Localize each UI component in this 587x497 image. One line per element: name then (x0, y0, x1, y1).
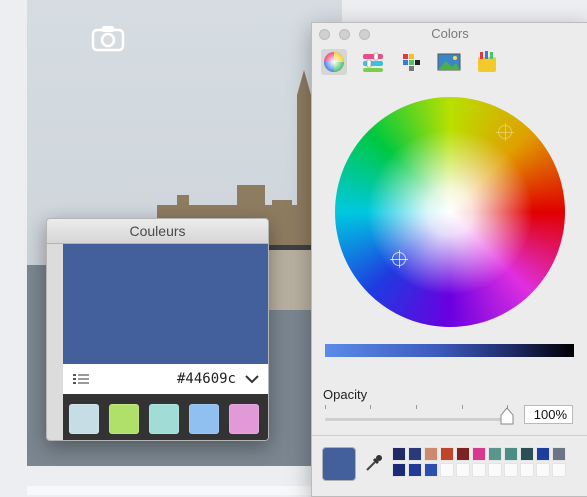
color-palettes-icon (403, 54, 420, 71)
empty-swatch[interactable] (488, 463, 502, 477)
opacity-tick (370, 405, 371, 409)
favorite-swatch[interactable] (424, 447, 438, 461)
empty-swatch[interactable] (504, 463, 518, 477)
palette-swatch[interactable] (69, 404, 99, 434)
favorite-swatch[interactable] (424, 463, 438, 477)
opacity-tick (325, 405, 326, 409)
favorite-swatch[interactable] (392, 447, 406, 461)
opacity-slider-knob[interactable] (500, 407, 514, 425)
empty-swatch[interactable] (456, 463, 470, 477)
favorite-swatch[interactable] (520, 447, 534, 461)
opacity-field[interactable]: 100% (524, 405, 573, 424)
tab-color-wheel[interactable] (321, 49, 347, 75)
current-color-preview (63, 244, 268, 364)
brightness-slider[interactable] (325, 344, 574, 357)
favorite-swatch[interactable] (408, 447, 422, 461)
favorite-swatch[interactable] (488, 447, 502, 461)
colors-title: Colors (431, 26, 469, 41)
palette-swatch[interactable] (189, 404, 219, 434)
tab-color-palettes[interactable] (398, 49, 424, 75)
close-button[interactable] (319, 29, 330, 40)
colors-panel: Colors Opacity 100% (311, 22, 587, 497)
tab-crayons[interactable] (474, 49, 500, 75)
palette-swatch[interactable] (109, 404, 139, 434)
hex-value[interactable]: #44609c (177, 371, 236, 387)
image-palette-icon (437, 53, 461, 71)
color-wheel-icon (324, 52, 344, 72)
favorite-swatch[interactable] (472, 447, 486, 461)
opacity-slider[interactable] (325, 418, 508, 421)
eyedropper-icon[interactable] (364, 453, 384, 473)
tab-image-palettes[interactable] (436, 49, 462, 75)
color-format-icon[interactable] (73, 373, 89, 385)
favorite-swatches (392, 447, 582, 481)
palette-swatch[interactable] (229, 404, 259, 434)
camera-icon (91, 26, 125, 52)
favorite-swatch[interactable] (408, 463, 422, 477)
opacity-label: Opacity (323, 387, 368, 402)
empty-swatch[interactable] (472, 463, 486, 477)
wheel-crosshair[interactable] (496, 123, 514, 141)
favorite-swatch[interactable] (552, 447, 566, 461)
palette-row (63, 394, 268, 440)
color-wheel-gradient[interactable] (335, 97, 565, 327)
couleurs-popup: Couleurs #44609c (46, 218, 269, 441)
favorite-swatch[interactable] (456, 447, 470, 461)
empty-swatch[interactable] (536, 463, 550, 477)
empty-swatch[interactable] (440, 463, 454, 477)
zoom-button[interactable] (359, 29, 370, 40)
change-cover-camera-button[interactable] (89, 22, 127, 54)
opacity-tick (416, 405, 417, 409)
tab-color-sliders[interactable] (360, 49, 386, 75)
colors-titlebar: Colors (312, 23, 587, 45)
hex-bar: #44609c (63, 364, 268, 395)
empty-swatch[interactable] (520, 463, 534, 477)
colors-toolbar (312, 45, 587, 81)
favorite-swatch[interactable] (392, 463, 406, 477)
opacity-tick (462, 405, 463, 409)
color-wheel[interactable] (335, 97, 565, 327)
favorite-swatch[interactable] (504, 447, 518, 461)
minimize-button[interactable] (339, 29, 350, 40)
chevron-down-icon[interactable] (244, 372, 260, 386)
favorite-swatch[interactable] (536, 447, 550, 461)
current-color-well[interactable] (323, 448, 355, 480)
favorite-swatch[interactable] (440, 447, 454, 461)
couleurs-body: #44609c (63, 244, 268, 440)
empty-swatch[interactable] (552, 463, 566, 477)
crayons-icon (478, 51, 496, 72)
color-sliders-icon (363, 52, 383, 72)
couleurs-title: Couleurs (47, 219, 268, 244)
palette-swatch[interactable] (149, 404, 179, 434)
divider (312, 435, 587, 436)
wheel-crosshair[interactable] (390, 250, 408, 268)
